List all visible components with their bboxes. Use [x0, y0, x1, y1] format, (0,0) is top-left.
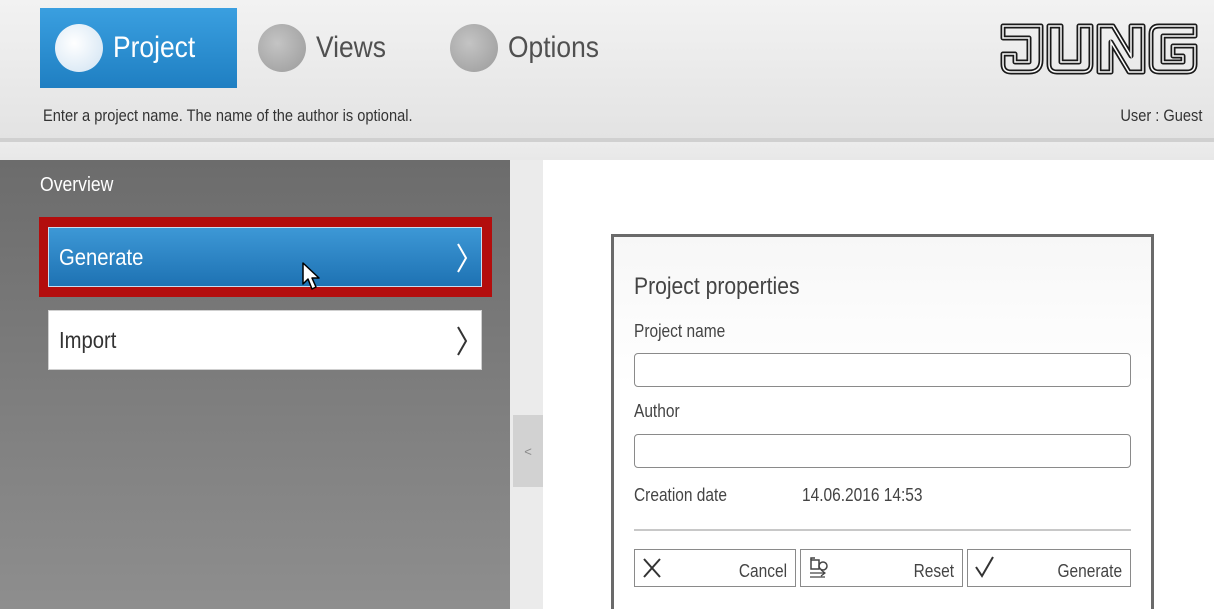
chevron-right-icon [457, 326, 468, 356]
sidebar-item-import[interactable]: Import [48, 310, 482, 370]
generate-button[interactable]: Generate [967, 549, 1131, 587]
creation-date-value: 14.06.2016 14:53 [802, 485, 923, 505]
project-name-input[interactable] [634, 353, 1131, 387]
author-input[interactable] [634, 434, 1131, 468]
reset-icon [810, 557, 828, 578]
radio-dot-icon [450, 24, 498, 72]
radio-dot-icon [55, 24, 103, 72]
tab-project[interactable]: Project [40, 8, 237, 88]
sidebar-item-label: Generate [59, 243, 144, 270]
x-icon [643, 558, 661, 578]
panel-splitter: < [510, 160, 543, 609]
user-label: User : Guest [1119, 106, 1202, 125]
generate-button-label: Generate [1057, 561, 1122, 581]
cancel-button[interactable]: Cancel [634, 549, 796, 587]
sidebar-title: Overview [40, 174, 114, 196]
chevron-left-icon: < [524, 443, 532, 459]
collapse-sidebar-button[interactable]: < [513, 415, 543, 487]
divider [634, 529, 1131, 531]
radio-dot-icon [258, 24, 306, 72]
reset-button-label: Reset [913, 561, 954, 581]
panel-title: Project properties [634, 273, 800, 300]
jung-logo [1000, 23, 1198, 75]
creation-date-label: Creation date [634, 485, 727, 505]
tab-views[interactable]: Views [258, 8, 395, 88]
header-separator [0, 138, 1214, 160]
project-name-label: Project name [634, 321, 726, 341]
instruction-text: Enter a project name. The name of the au… [43, 106, 413, 125]
sidebar-item-generate[interactable]: Generate [48, 227, 482, 287]
cancel-button-label: Cancel [738, 561, 787, 581]
reset-button[interactable]: Reset [800, 549, 963, 587]
tab-options[interactable]: Options [450, 8, 611, 88]
chevron-right-icon [457, 243, 468, 273]
author-label: Author [634, 401, 680, 421]
tab-views-label: Views [316, 31, 386, 64]
sidebar-item-label: Import [59, 326, 117, 353]
top-bar: Project Views Options Enter a project na… [0, 0, 1214, 138]
tab-options-label: Options [508, 31, 599, 64]
tab-project-label: Project [113, 31, 196, 64]
sidebar: Overview Generate Import [0, 160, 510, 609]
mouse-pointer-icon [302, 262, 320, 290]
project-properties-panel: Project properties Project name Author C… [611, 234, 1154, 609]
checkmark-icon [975, 556, 994, 578]
